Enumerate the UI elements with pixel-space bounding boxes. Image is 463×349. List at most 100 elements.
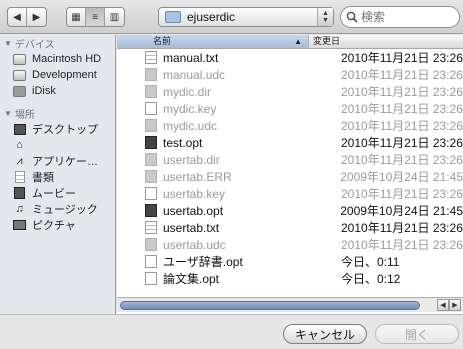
file-name: usertab.txt: [163, 220, 220, 235]
forward-button[interactable]: ▶: [27, 8, 46, 26]
file-row[interactable]: manual.udc 2010年11月21日 23:26: [117, 66, 463, 83]
sidebar-item-label: Macintosh HD: [32, 53, 102, 65]
sidebar-item-label: デスクトップ: [32, 124, 98, 136]
scroll-right-button[interactable]: ▶: [449, 299, 461, 311]
option-file-icon: [145, 136, 157, 149]
generic-file-icon: [145, 68, 157, 81]
file-date: 2010年11月21日 23:26: [341, 187, 463, 201]
file-row[interactable]: 論文集.opt 今日、0:12: [117, 270, 463, 287]
generic-file-icon: [145, 119, 157, 132]
applications-icon: ⩘: [16, 154, 23, 167]
file-date: 2010年11月21日 23:26: [341, 238, 463, 252]
idisk-icon: [12, 85, 27, 98]
file-row[interactable]: usertab.udc 2010年11月21日 23:26: [117, 236, 463, 253]
cancel-button[interactable]: キャンセル: [283, 324, 367, 344]
sidebar-item-label: ピクチャ: [32, 220, 76, 232]
sidebar-item-desktop[interactable]: デスクトップ: [0, 121, 115, 137]
name-column-label: 名前: [153, 36, 172, 46]
sidebar-item-music[interactable]: ♫ ミュージック: [0, 201, 115, 217]
blank-document-icon: [145, 272, 157, 285]
date-column-label: 変更日: [313, 36, 341, 46]
hard-disk-icon: [12, 69, 27, 82]
toolbar: ◀ ▶ ▦ ≡ ▥ ejuserdic ▲ ▼: [0, 0, 463, 34]
generic-file-icon: [145, 85, 157, 98]
file-row[interactable]: test.opt 2010年11月21日 23:26: [117, 134, 463, 151]
sidebar-item-label: アプリケー…: [32, 156, 98, 168]
dialog-footer: キャンセル 開く: [0, 314, 463, 349]
sidebar-item-applications[interactable]: ⩘ アプリケー…: [0, 153, 115, 169]
devices-header-label: デバイス: [14, 39, 55, 51]
file-row[interactable]: usertab.opt 2009年10月24日 21:45: [117, 202, 463, 219]
sidebar-item-movies[interactable]: ムービー: [0, 185, 115, 201]
sidebar-item-development[interactable]: Development: [0, 67, 115, 83]
disclosure-triangle-icon: ▼: [4, 108, 12, 118]
file-row[interactable]: usertab.txt 2010年11月21日 23:26: [117, 219, 463, 236]
search-input[interactable]: [361, 10, 445, 24]
file-row[interactable]: mydic.udc 2010年11月21日 23:26: [117, 117, 463, 134]
search-icon: [346, 11, 358, 23]
places-header[interactable]: ▼ 場所: [0, 105, 115, 121]
sidebar-item-home[interactable]: ⌂: [0, 137, 115, 153]
pictures-icon: [12, 219, 27, 232]
sidebar-item-label: ムービー: [32, 188, 76, 200]
file-name: ユーザ辞書.opt: [163, 255, 243, 269]
file-name: mydic.key: [163, 101, 217, 116]
file-row[interactable]: manual.txt 2010年11月21日 23:26: [117, 49, 463, 66]
list-view-icon: ≡: [92, 11, 98, 23]
generic-file-icon: [145, 153, 157, 166]
sidebar-item-idisk[interactable]: iDisk: [0, 83, 115, 99]
file-name: usertab.opt: [163, 203, 224, 218]
file-row[interactable]: usertab.dir 2010年11月21日 23:26: [117, 151, 463, 168]
date-column-header[interactable]: 変更日: [309, 35, 340, 48]
sidebar-item-label: 書類: [32, 172, 54, 184]
sidebar-item-label: ミュージック: [32, 204, 98, 216]
file-date: 今日、0:11: [341, 255, 400, 269]
sidebar-item-documents[interactable]: 書類: [0, 169, 115, 185]
back-button[interactable]: ◀: [8, 8, 27, 26]
open-button[interactable]: 開く: [375, 324, 459, 344]
desktop-icon: [12, 123, 27, 136]
file-row[interactable]: usertab.key 2010年11月21日 23:26: [117, 185, 463, 202]
column-header: 名前 ▲ 変更日: [117, 35, 463, 49]
file-date: 2010年11月21日 23:26: [341, 119, 463, 133]
horizontal-scrollbar[interactable]: ◀ ▶: [117, 297, 463, 312]
file-name: usertab.dir: [163, 152, 220, 167]
text-document-icon: [145, 221, 157, 234]
file-row[interactable]: usertab.ERR 2009年10月24日 21:45: [117, 168, 463, 185]
sidebar-item-pictures[interactable]: ピクチャ: [0, 217, 115, 233]
folder-popup[interactable]: ejuserdic ▲ ▼: [158, 7, 334, 27]
list-view-button[interactable]: ≡: [86, 8, 105, 26]
file-name: mydic.udc: [163, 118, 218, 133]
search-field[interactable]: [340, 6, 460, 28]
back-arrow-icon: ◀: [13, 11, 21, 23]
generic-file-icon: [145, 170, 157, 183]
file-name: test.opt: [163, 135, 203, 150]
file-date: 2010年11月21日 23:26: [341, 221, 463, 235]
sort-ascending-icon: ▲: [294, 37, 302, 46]
name-column-header[interactable]: 名前 ▲: [117, 35, 309, 48]
places-header-label: 場所: [14, 109, 35, 121]
icon-view-icon: ▦: [71, 11, 81, 23]
file-row[interactable]: ユーザ辞書.opt 今日、0:11: [117, 253, 463, 270]
icon-view-button[interactable]: ▦: [67, 8, 86, 26]
scrollbar-thumb[interactable]: [120, 301, 420, 310]
column-view-icon: ▥: [109, 11, 120, 23]
sidebar-item-macintosh-hd[interactable]: Macintosh HD: [0, 51, 115, 67]
column-view-button[interactable]: ▥: [105, 8, 124, 26]
file-date: 2010年11月21日 23:26: [341, 153, 463, 167]
text-document-icon: [145, 51, 157, 64]
file-date: 今日、0:12: [341, 272, 401, 286]
devices-header[interactable]: ▼ デバイス: [0, 35, 115, 51]
option-file-icon: [145, 204, 157, 217]
file-row[interactable]: mydic.dir 2010年11月21日 23:26: [117, 83, 463, 100]
generic-file-icon: [145, 238, 157, 251]
file-row[interactable]: mydic.key 2010年11月21日 23:26: [117, 100, 463, 117]
file-date: 2010年11月21日 23:26: [341, 68, 463, 82]
hard-disk-icon: [12, 53, 27, 66]
view-mode-control: ▦ ≡ ▥: [66, 7, 125, 27]
file-name: usertab.ERR: [163, 169, 232, 184]
file-name: mydic.dir: [163, 84, 212, 99]
scroll-left-button[interactable]: ◀: [437, 299, 449, 311]
file-name: usertab.udc: [163, 237, 226, 252]
forward-arrow-icon: ▶: [32, 11, 41, 23]
